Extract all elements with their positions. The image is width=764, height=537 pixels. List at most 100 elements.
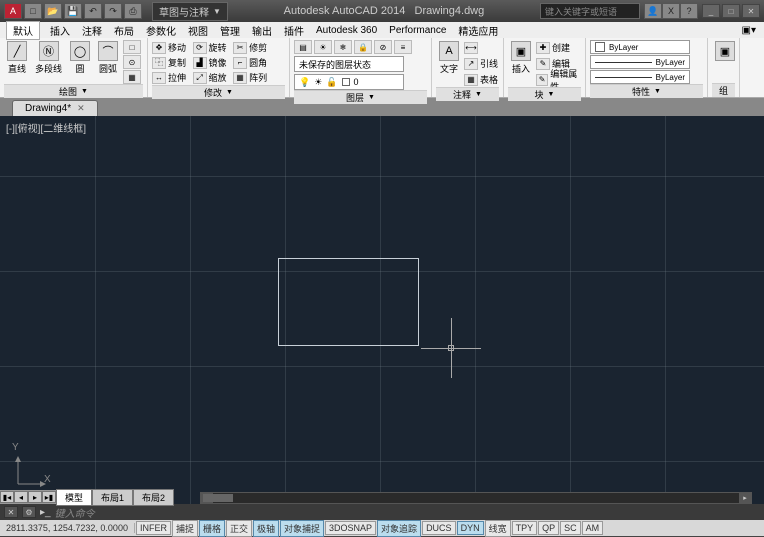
qat-redo[interactable]: ↷ — [104, 3, 122, 19]
close-icon[interactable]: ✕ — [77, 103, 85, 114]
status-qp[interactable]: QP — [538, 521, 559, 535]
help-button[interactable]: ? — [680, 3, 698, 19]
qat-save[interactable]: 💾 — [64, 3, 82, 19]
panel-block-title[interactable]: 块▼ — [508, 87, 581, 101]
layer-freeze[interactable]: ❄ — [334, 40, 352, 54]
stretch-button[interactable]: 拉伸 — [168, 71, 186, 84]
scale-button[interactable]: 缩放 — [209, 71, 227, 84]
panel-modify-title[interactable]: 修改▼ — [152, 85, 285, 99]
tab-nav-next[interactable]: ▸ — [28, 491, 42, 503]
layer-iso[interactable]: ☀ — [314, 40, 332, 54]
help-search[interactable]: 键入关键字或短语 — [540, 3, 640, 19]
tab-insert[interactable]: 插入 — [48, 23, 72, 38]
tab-output[interactable]: 输出 — [250, 23, 274, 38]
status-tpy[interactable]: TPY — [512, 521, 538, 535]
move-button[interactable]: 移动 — [168, 41, 186, 54]
status-ducs[interactable]: DUCS — [422, 521, 456, 535]
tab-view[interactable]: 视图 — [186, 23, 210, 38]
status-osnap[interactable]: 对象捕捉 — [280, 520, 324, 537]
scroll-right-icon[interactable]: ▸ — [739, 493, 751, 503]
status-lwt[interactable]: 线宽 — [485, 520, 511, 537]
minimize-button[interactable]: _ — [702, 4, 720, 18]
color-combo[interactable]: ByLayer — [590, 40, 690, 54]
layout1-tab[interactable]: 布局1 — [92, 489, 133, 506]
status-polar[interactable]: 极轴 — [253, 520, 279, 537]
command-input[interactable]: 键入命令 — [55, 505, 95, 520]
drawing-canvas[interactable]: [-][俯视][二维线框] Y X ▮◂ ◂ ▸ ▸▮ 模型 布局1 布局2 ◂… — [0, 116, 764, 504]
tab-nav-last[interactable]: ▸▮ — [42, 491, 56, 503]
cmd-close-icon[interactable]: ✕ — [4, 506, 18, 518]
draw-more-2[interactable]: ⊙ — [123, 55, 141, 69]
qat-undo[interactable]: ↶ — [84, 3, 102, 19]
layer-lock[interactable]: 🔒 — [354, 40, 372, 54]
rotate-button[interactable]: 旋转 — [209, 41, 227, 54]
command-line[interactable]: ✕ ⚙ ▸_ 键入命令 — [0, 504, 764, 520]
qat-new[interactable]: □ — [24, 3, 42, 19]
model-tab[interactable]: 模型 — [56, 489, 92, 506]
layer-match[interactable]: ≡ — [394, 40, 412, 54]
create-button[interactable]: 创建 — [552, 41, 570, 54]
panel-draw-title[interactable]: 绘图▼ — [4, 84, 143, 98]
tab-annotate[interactable]: 注释 — [80, 23, 104, 38]
tab-manage[interactable]: 管理 — [218, 23, 242, 38]
tab-parametric[interactable]: 参数化 — [144, 23, 178, 38]
signin-button[interactable]: 👤 — [644, 3, 662, 19]
close-button[interactable]: ✕ — [742, 4, 760, 18]
group-button[interactable]: ▣ — [712, 40, 738, 62]
tab-nav-first[interactable]: ▮◂ — [0, 491, 14, 503]
status-snap[interactable]: 捕捉 — [172, 520, 198, 537]
tab-plugins[interactable]: 插件 — [282, 23, 306, 38]
layer-state-combo[interactable]: 未保存的图层状态 — [294, 56, 404, 72]
file-tab[interactable]: Drawing4* ✕ — [12, 100, 98, 116]
status-3dosnap[interactable]: 3DOSNAP — [325, 521, 376, 535]
tab-featured[interactable]: 精选应用 — [456, 23, 500, 38]
layer-props-button[interactable]: ▤ — [294, 40, 312, 54]
fillet-button[interactable]: 圆角 — [249, 56, 267, 69]
status-ortho[interactable]: 正交 — [226, 520, 252, 537]
layout2-tab[interactable]: 布局2 — [133, 489, 174, 506]
status-sc[interactable]: SC — [560, 521, 581, 535]
text-button[interactable]: A文字 — [436, 40, 462, 76]
tab-performance[interactable]: Performance — [387, 25, 448, 36]
status-grid[interactable]: 栅格 — [199, 520, 225, 537]
exchange-button[interactable]: X — [662, 3, 680, 19]
draw-more-3[interactable]: ▦ — [123, 70, 141, 84]
tab-a360[interactable]: Autodesk 360 — [314, 25, 379, 36]
circle-button[interactable]: ◯圆 — [67, 40, 93, 76]
layer-current-combo[interactable]: 💡☀🔓0 — [294, 74, 404, 90]
leader-button[interactable]: 引线 — [480, 57, 498, 70]
panel-anno-title[interactable]: 注释▼ — [436, 87, 499, 101]
panel-groups-title[interactable]: 组 — [712, 83, 735, 97]
trim-button[interactable]: 修剪 — [249, 41, 267, 54]
lineweight-combo[interactable]: ByLayer — [590, 55, 690, 69]
line-button[interactable]: ╱直线 — [4, 40, 30, 76]
coordinates-readout[interactable]: 2811.3375, 1254.7232, 0.0000 — [0, 523, 135, 533]
maximize-button[interactable]: □ — [722, 4, 740, 18]
insert-button[interactable]: ▣插入 — [508, 40, 534, 76]
array-button[interactable]: 阵列 — [249, 71, 267, 84]
qat-print[interactable]: ⎙ — [124, 3, 142, 19]
arc-button[interactable]: ⌒圆弧 — [95, 40, 121, 76]
tab-nav-prev[interactable]: ◂ — [14, 491, 28, 503]
tab-default[interactable]: 默认 — [6, 21, 40, 40]
workspace-switcher[interactable]: 草图与注释 ▼ — [152, 2, 228, 21]
table-button[interactable]: 表格 — [480, 73, 498, 86]
horizontal-scrollbar[interactable]: ◂ ▸ — [200, 492, 752, 504]
status-otrack[interactable]: 对象追踪 — [377, 520, 421, 537]
layer-off[interactable]: ⊘ — [374, 40, 392, 54]
status-infer[interactable]: INFER — [136, 521, 171, 535]
draw-more-1[interactable]: □ — [123, 40, 141, 54]
viewport-controls[interactable]: [-][俯视][二维线框] — [6, 120, 86, 135]
panel-layers-title[interactable]: 图层▼ — [294, 90, 427, 104]
polyline-button[interactable]: Ⓝ多段线 — [32, 40, 65, 76]
qat-open[interactable]: 📂 — [44, 3, 62, 19]
tab-layout[interactable]: 布局 — [112, 23, 136, 38]
app-menu-button[interactable]: A — [4, 3, 22, 19]
copy-button[interactable]: 复制 — [168, 56, 186, 69]
cmd-config-icon[interactable]: ⚙ — [22, 506, 36, 518]
scrollbar-thumb[interactable] — [203, 494, 233, 502]
panel-props-title[interactable]: 特性▼ — [590, 84, 703, 98]
mirror-button[interactable]: 镜像 — [209, 56, 227, 69]
linetype-combo[interactable]: ByLayer — [590, 70, 690, 84]
status-dyn[interactable]: DYN — [457, 521, 484, 535]
